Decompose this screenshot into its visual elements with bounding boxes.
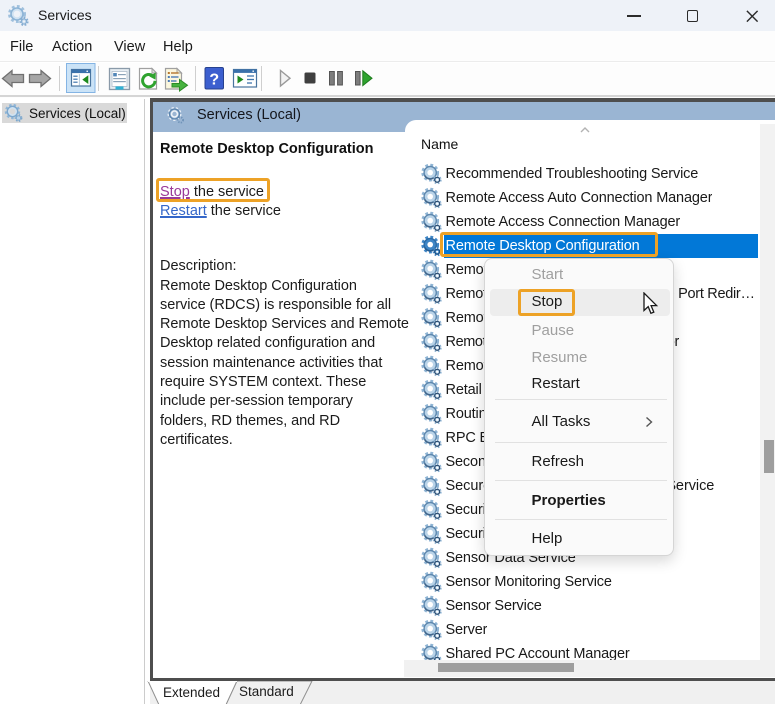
svg-text:?: ? <box>209 72 219 89</box>
